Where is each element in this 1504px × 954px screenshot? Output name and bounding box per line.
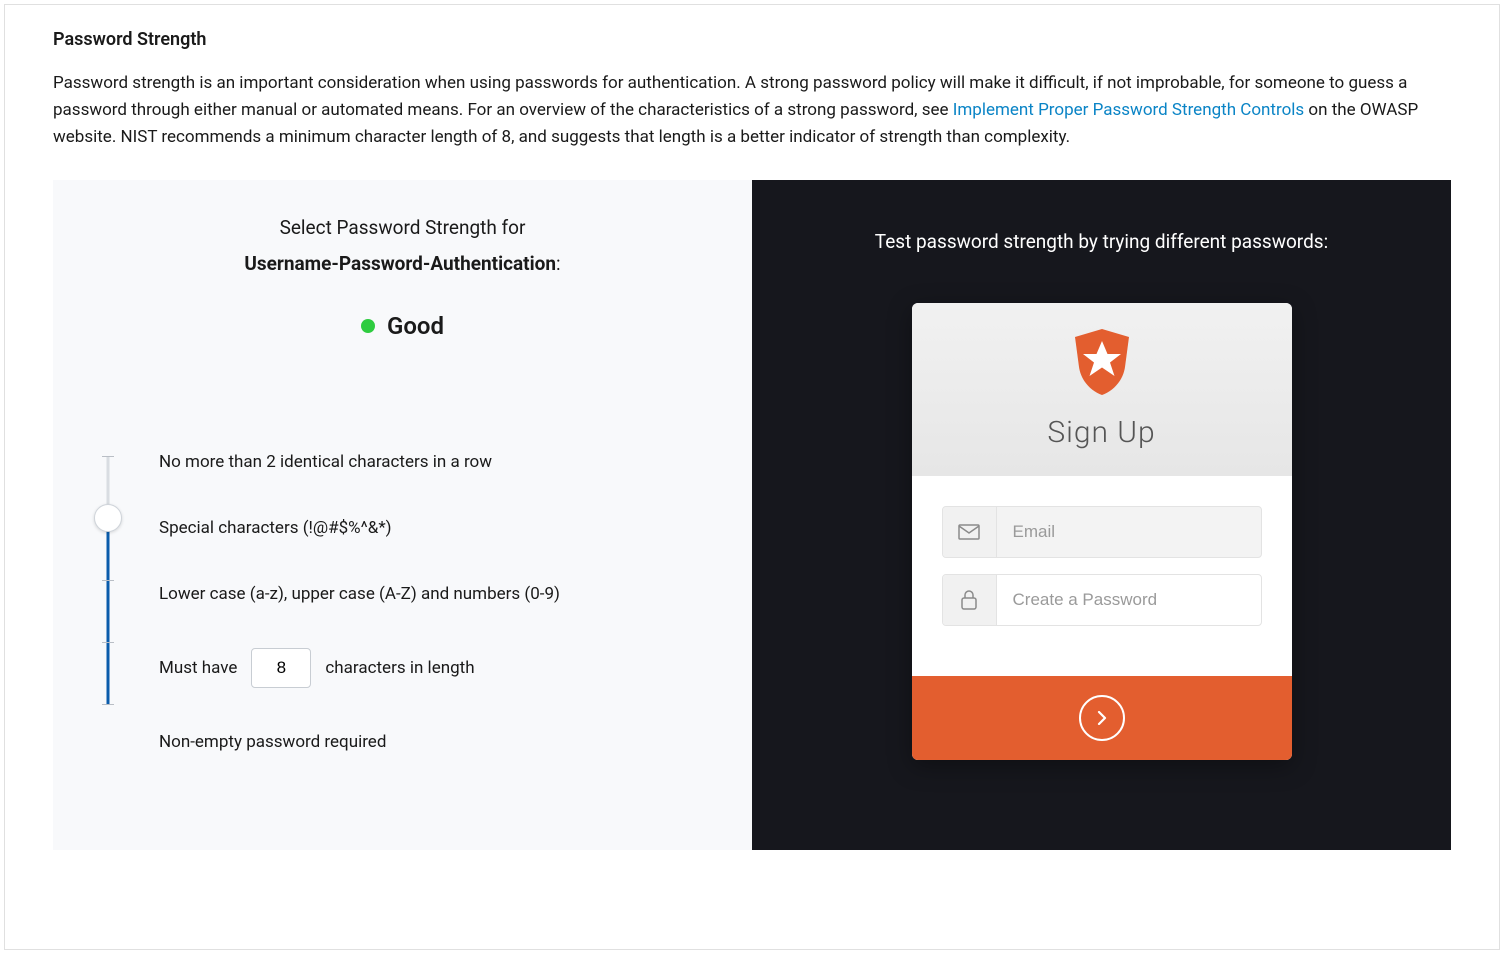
signup-header: Sign Up [912, 303, 1292, 476]
rule-text-prefix: Must have [159, 658, 237, 678]
owasp-link[interactable]: Implement Proper Password Strength Contr… [953, 100, 1304, 120]
strength-dot-icon [361, 319, 375, 333]
rule-case-numbers: Lower case (a-z), upper case (A-Z) and n… [159, 582, 712, 606]
lock-icon [943, 575, 997, 625]
rule-text-suffix: characters in length [325, 658, 474, 678]
rule-text: No more than 2 identical characters in a… [159, 452, 492, 472]
test-prompt: Test password strength by trying differe… [875, 230, 1328, 253]
connection-name: Username-Password-Authentication [244, 252, 556, 275]
section-title: Password Strength [53, 29, 1451, 50]
rule-nonempty: Non-empty password required [159, 730, 712, 754]
rule-text: Lower case (a-z), upper case (A-Z) and n… [159, 584, 560, 604]
rule-special-chars: Special characters (!@#$%^&*) [159, 516, 712, 540]
shield-star-logo-icon [1071, 327, 1133, 397]
colon: : [556, 252, 561, 275]
envelope-icon [943, 507, 997, 557]
rule-identical-chars: No more than 2 identical characters in a… [159, 450, 712, 474]
email-input[interactable] [997, 507, 1261, 557]
rule-text: Non-empty password required [159, 732, 386, 752]
signup-card: Sign Up [912, 303, 1292, 760]
strength-config-panel: Select Password Strength for Username-Pa… [53, 180, 752, 850]
slider-handle[interactable] [94, 504, 122, 532]
signup-title: Sign Up [912, 415, 1292, 450]
strength-label: Good [387, 312, 444, 340]
section-description: Password strength is an important consid… [53, 70, 1451, 152]
strength-slider[interactable] [93, 456, 123, 716]
config-header-line1: Select Password Strength for [93, 210, 712, 246]
password-field-wrap [942, 574, 1262, 626]
chevron-right-icon [1079, 695, 1125, 741]
rule-min-length: Must have characters in length [159, 648, 712, 688]
rule-text: Special characters (!@#$%^&*) [159, 518, 392, 538]
strength-indicator: Good [93, 312, 712, 340]
password-input[interactable] [997, 575, 1261, 625]
email-field-wrap [942, 506, 1262, 558]
test-panel: Test password strength by trying differe… [752, 180, 1451, 850]
submit-button[interactable] [912, 676, 1292, 760]
min-length-input[interactable] [251, 648, 311, 688]
